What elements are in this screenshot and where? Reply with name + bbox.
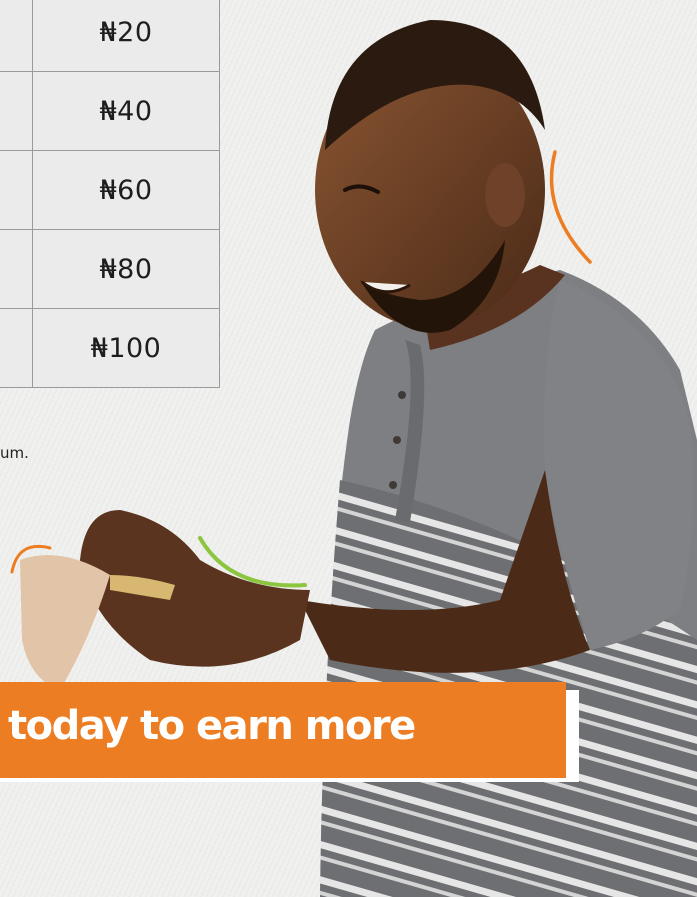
shirt-button xyxy=(389,481,397,489)
ear xyxy=(485,163,525,227)
cash-bundle xyxy=(20,555,110,690)
cta-banner-text: today to earn more xyxy=(8,703,416,749)
accent-arc-orange xyxy=(549,150,592,264)
shirt-button xyxy=(393,436,401,444)
shirt-button xyxy=(398,391,406,399)
